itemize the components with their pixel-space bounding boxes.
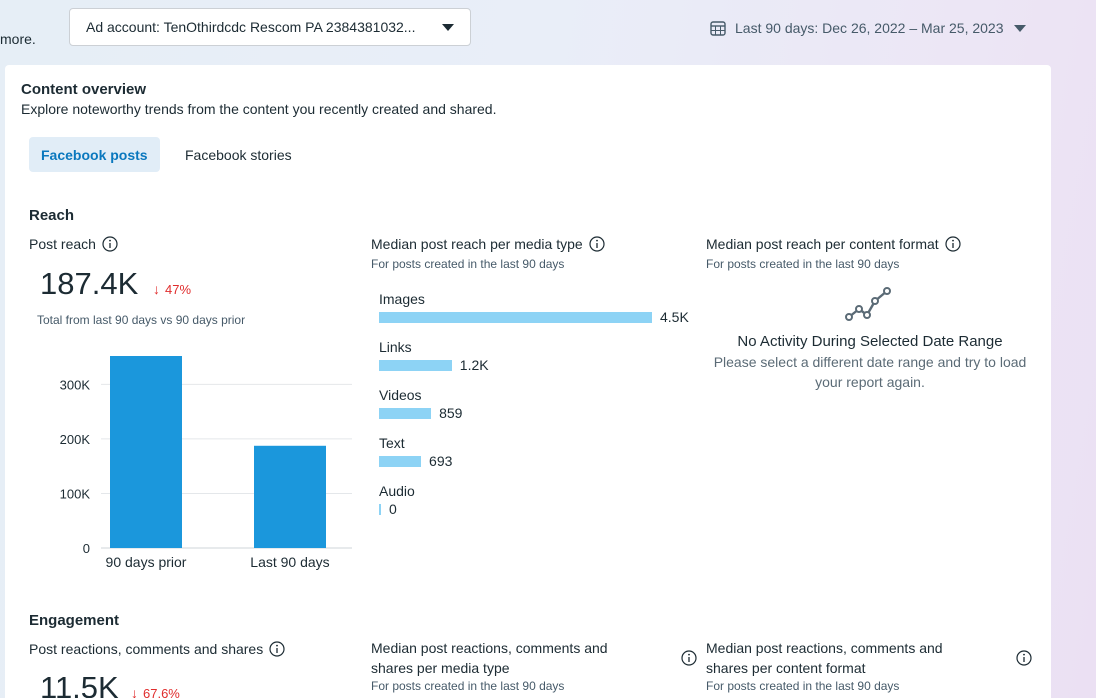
reactions-title: Post reactions, comments and shares xyxy=(29,641,264,657)
post-reach-value: 187.4K xyxy=(40,266,139,301)
content-format-caption: For posts created in the last 90 days xyxy=(706,257,900,271)
media-type-label: Images xyxy=(379,291,425,307)
content-format-title-row: Median post reach per content format xyxy=(706,236,961,252)
page-title: Content overview xyxy=(21,81,147,98)
media-type-bar xyxy=(379,407,432,419)
media-type-label: Audio xyxy=(379,483,415,499)
arrow-down-icon: ↓ xyxy=(131,685,138,698)
eng-media-type-title-l1: Median post reactions, comments and xyxy=(371,640,608,656)
post-reach-title: Post reach xyxy=(29,236,96,252)
content-format-title: Median post reach per content format xyxy=(706,236,939,252)
ad-account-label: Ad account: TenOthirdcdc Rescom PA 23843… xyxy=(86,19,416,35)
media-type-bar xyxy=(379,503,381,515)
media-type-bar xyxy=(379,455,422,467)
info-icon[interactable] xyxy=(589,236,605,252)
media-type-label: Text xyxy=(379,435,405,451)
media-type-bar-row: 859 xyxy=(379,405,462,421)
chart-y-tick-label: 300K xyxy=(60,377,91,392)
ad-account-select[interactable]: Ad account: TenOthirdcdc Rescom PA 23843… xyxy=(69,8,471,46)
chart-bar[interactable] xyxy=(110,356,182,548)
calendar-icon xyxy=(710,21,726,36)
chart-y-tick-label: 0 xyxy=(83,541,90,556)
reactions-delta: ↓ 67.6% xyxy=(131,685,180,698)
media-type-bar-row: 693 xyxy=(379,453,452,469)
reactions-delta-value: 67.6% xyxy=(143,685,180,698)
page-subtitle: Explore noteworthy trends from the conte… xyxy=(21,101,497,117)
tab-facebook-posts[interactable]: Facebook posts xyxy=(29,137,160,172)
reactions-value: 11.5K xyxy=(40,670,119,698)
media-type-bar-row: 0 xyxy=(379,501,397,517)
media-type-title-row: Median post reach per media type xyxy=(371,236,605,252)
date-range-picker[interactable]: Last 90 days: Dec 26, 2022 – Mar 25, 202… xyxy=(710,18,1026,38)
media-type-title: Median post reach per media type xyxy=(371,236,583,252)
chevron-down-icon xyxy=(442,23,454,31)
post-reach-title-row: Post reach xyxy=(29,236,118,252)
info-icon[interactable] xyxy=(945,236,961,252)
date-range-label: Last 90 days: Dec 26, 2022 – Mar 25, 202… xyxy=(735,20,1004,36)
chart-y-tick-label: 200K xyxy=(60,432,91,447)
media-type-value: 1.2K xyxy=(459,357,489,373)
media-type-value: 693 xyxy=(429,453,453,469)
content-overview-card: Content overview Explore noteworthy tren… xyxy=(5,65,1051,698)
post-reach-chart: 0 100K 200K 300K 90 days prior Last 90 days xyxy=(60,356,352,570)
reach-section-title: Reach xyxy=(29,207,75,224)
chart-x-tick-label: Last 90 days xyxy=(250,554,329,570)
post-reach-delta: ↓ 47% xyxy=(153,281,191,297)
chart-y-tick-label: 100K xyxy=(60,486,91,501)
info-icon[interactable] xyxy=(269,641,285,657)
arrow-down-icon: ↓ xyxy=(153,281,160,297)
media-type-bar-row: 4.5K xyxy=(379,309,689,325)
media-type-bar xyxy=(379,311,652,323)
eng-media-type-title-l2: shares per media type xyxy=(371,660,510,676)
chart-bar[interactable] xyxy=(254,445,326,548)
media-type-label: Links xyxy=(379,339,412,355)
media-type-value: 0 xyxy=(389,501,397,517)
eng-media-type-caption: For posts created in the last 90 days xyxy=(371,679,565,693)
empty-state-title: No Activity During Selected Date Range xyxy=(737,333,1003,350)
eng-content-format-title-l1: Median post reactions, comments and xyxy=(706,640,943,656)
media-type-label: Videos xyxy=(379,387,422,403)
post-reach-delta-value: 47% xyxy=(165,281,192,297)
info-icon[interactable] xyxy=(1016,650,1032,666)
eng-content-format-caption: For posts created in the last 90 days xyxy=(706,679,900,693)
chevron-down-icon xyxy=(1013,24,1026,32)
media-type-bar xyxy=(379,359,452,371)
chart-x-tick-label: 90 days prior xyxy=(106,554,187,570)
media-type-caption: For posts created in the last 90 days xyxy=(371,257,565,271)
trend-line-icon xyxy=(845,287,891,321)
more-link-text[interactable]: more. xyxy=(0,31,36,47)
info-icon[interactable] xyxy=(102,236,118,252)
media-type-value: 859 xyxy=(439,405,463,421)
tab-facebook-stories[interactable]: Facebook stories xyxy=(173,137,304,172)
media-type-bar-row: 1.2K xyxy=(379,357,489,373)
reactions-title-row: Post reactions, comments and shares xyxy=(29,641,285,657)
info-icon[interactable] xyxy=(681,650,697,666)
media-type-value: 4.5K xyxy=(660,309,689,325)
engagement-section-title: Engagement xyxy=(29,612,120,629)
eng-content-format-title-l2: shares per content format xyxy=(706,660,866,676)
post-reach-caption: Total from last 90 days vs 90 days prior xyxy=(37,313,246,327)
empty-state-message: Please select a different date range and… xyxy=(713,354,1027,390)
